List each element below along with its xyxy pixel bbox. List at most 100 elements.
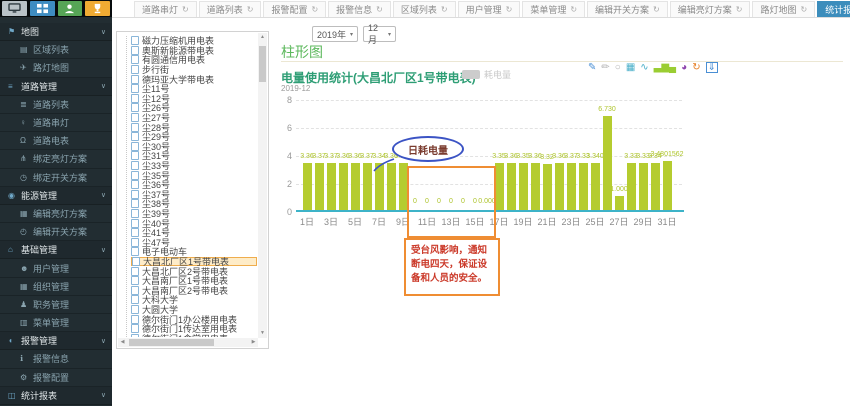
bar-day-1[interactable]	[303, 163, 312, 210]
refresh-icon[interactable]: ↻	[800, 5, 807, 14]
bar-day-27[interactable]	[615, 196, 624, 210]
sidebar-item-编辑开关方案[interactable]: ◴编辑开关方案	[0, 223, 112, 241]
meter-tree-panel: 磁力压缩机用电表奥斯新能源带电表有圆通信用电表步行街德玛亚大学带电表尘11号尘1…	[116, 31, 269, 349]
sidebar-item-编辑亮灯方案[interactable]: ▦编辑亮灯方案	[0, 205, 112, 223]
data-view-icon[interactable]: ▦	[626, 61, 635, 74]
bar-day-18[interactable]	[507, 163, 516, 210]
sidebar-item-路灯地图[interactable]: ✈路灯地图	[0, 59, 112, 77]
bar-day-31[interactable]	[663, 161, 672, 210]
sidebar-item-绑定亮灯方案[interactable]: ⋔绑定亮灯方案	[0, 150, 112, 168]
sidebar-section-统计报表[interactable]: ◫统计报表∨	[0, 387, 112, 405]
mark-pencil-icon[interactable]: ✎	[588, 61, 596, 74]
bar-day-24[interactable]	[579, 163, 588, 210]
file-icon	[131, 103, 139, 112]
sidebar-item-道路串灯[interactable]: ♀道路串灯	[0, 114, 112, 132]
sidebar-item-道路列表[interactable]: ≣道路列表	[0, 96, 112, 114]
scroll-down-icon[interactable]: ▼	[258, 329, 267, 338]
sidebar-item-组织管理[interactable]: ▦组织管理	[0, 278, 112, 296]
sidebar-section-基础管理[interactable]: ⌂基础管理∨	[0, 241, 112, 259]
edit-pencil-icon[interactable]: ✏	[601, 61, 609, 74]
bar-day-3[interactable]	[327, 163, 336, 210]
logo-tile-trophy-icon[interactable]	[85, 1, 110, 16]
refresh-icon[interactable]: ↻	[441, 5, 448, 14]
refresh-icon[interactable]: ↻	[311, 5, 318, 14]
bind-switch-plan-icon: ◷	[20, 173, 33, 182]
refresh-icon[interactable]: ↻	[692, 61, 700, 74]
bar-day-22[interactable]	[555, 163, 564, 210]
tab-区域列表[interactable]: 区域列表 ↻	[393, 1, 456, 17]
tab-编辑开关方案[interactable]: 编辑开关方案 ↻	[587, 1, 668, 17]
sidebar-item-报警信息[interactable]: ℹ报警信息	[0, 350, 112, 368]
road-meter-icon: Ω	[20, 136, 33, 145]
tab-编辑亮灯方案[interactable]: 编辑亮灯方案↻	[670, 1, 751, 17]
y-axis-label: 0	[268, 207, 292, 217]
bar-day-28[interactable]	[627, 163, 636, 210]
bar-day-25[interactable]	[591, 163, 600, 210]
refresh-icon[interactable]: ↻	[506, 5, 513, 14]
tab-统计报表[interactable]: 统计报表×	[817, 1, 850, 17]
refresh-icon[interactable]: ↻	[570, 5, 577, 14]
bar-day-6[interactable]	[363, 163, 372, 210]
sidebar-item-绑定开关方案[interactable]: ◷绑定开关方案	[0, 169, 112, 187]
logo-tile-monitor-icon[interactable]	[2, 1, 27, 16]
tab-路灯地图[interactable]: 路灯地图↻	[752, 1, 815, 17]
sidebar-item-职务管理[interactable]: ♟职务管理	[0, 296, 112, 314]
scroll-left-icon[interactable]: ◀	[118, 338, 127, 347]
sidebar-item-区域列表[interactable]: ▤区域列表	[0, 41, 112, 59]
line-chart-icon[interactable]: ∿	[640, 61, 648, 74]
refresh-icon[interactable]: ↻	[653, 5, 660, 14]
tab-用户管理[interactable]: 用户管理↻	[458, 1, 521, 17]
logo-tile-user-icon[interactable]	[58, 1, 83, 16]
bar-day-29[interactable]	[639, 163, 648, 210]
sidebar-section-地图[interactable]: ⚑地图∨	[0, 23, 112, 41]
scroll-right-icon[interactable]: ▶	[249, 338, 258, 347]
month-select[interactable]: 12月 ▾	[363, 26, 396, 42]
pie-chart-icon[interactable]: ◕	[681, 61, 687, 74]
tab-道路串灯[interactable]: 道路串灯↻	[134, 1, 197, 17]
tree-item[interactable]: 德尔街门1食堂用电表	[131, 333, 257, 337]
tab-label: 编辑开关方案	[595, 3, 649, 16]
y-axis-label: 6	[268, 123, 292, 133]
legend-item-consumption[interactable]: 耗电量	[462, 68, 511, 81]
sidebar-section-能源管理[interactable]: ◉能源管理∨	[0, 187, 112, 205]
tree-vscroll-thumb[interactable]	[259, 46, 266, 82]
sidebar-item-用户管理[interactable]: ☻用户管理	[0, 259, 112, 277]
month-select-value: 12月	[368, 23, 385, 46]
tab-label: 区域列表	[401, 3, 437, 16]
bar-day-26[interactable]	[603, 116, 612, 210]
bar-day-20[interactable]	[531, 163, 540, 210]
map-flag-icon: ⚑	[8, 27, 21, 36]
main-content: 2019年 ▾ 12月 ▾ 磁力压缩机用电表奥斯新能源带电表有圆通信用电表步行街…	[0, 0, 850, 406]
tree-horizontal-scrollbar[interactable]: ◀ ▶	[118, 338, 258, 347]
tab-报警配置[interactable]: 报警配置↻	[263, 1, 326, 17]
refresh-icon[interactable]: ↻	[736, 5, 743, 14]
scroll-up-icon[interactable]: ▲	[258, 33, 267, 42]
sidebar-item-菜单管理[interactable]: ▥菜单管理	[0, 314, 112, 332]
sidebar-section-道路管理[interactable]: ≡道路管理∨	[0, 78, 112, 96]
refresh-icon[interactable]: ↻	[247, 5, 254, 14]
bar-day-19[interactable]	[519, 163, 528, 210]
sidebar-item-报警配置[interactable]: ⚙报警配置	[0, 369, 112, 387]
bar-day-5[interactable]	[351, 163, 360, 210]
refresh-icon[interactable]: ↻	[182, 5, 189, 14]
sidebar-section-报警管理[interactable]: ◖报警管理∨	[0, 332, 112, 350]
year-select[interactable]: 2019年 ▾	[312, 26, 358, 42]
tab-报警信息[interactable]: 报警信息↻	[328, 1, 391, 17]
tab-菜单管理[interactable]: 菜单管理↻	[522, 1, 585, 17]
logo-tile-grid-icon[interactable]	[30, 1, 55, 16]
refresh-icon[interactable]: ↻	[376, 5, 383, 14]
bar-day-23[interactable]	[567, 163, 576, 210]
restore-circle-icon[interactable]: ○	[615, 61, 621, 74]
tree-hscroll-thumb[interactable]	[129, 339, 214, 346]
bar-day-21[interactable]	[543, 164, 552, 210]
sidebar-item-道路电表[interactable]: Ω道路电表	[0, 132, 112, 150]
legend-label: 耗电量	[484, 68, 511, 81]
tree-vertical-scrollbar[interactable]: ▲ ▼	[258, 33, 267, 338]
save-image-icon[interactable]: ⇓	[706, 62, 718, 73]
tab-道路列表[interactable]: 道路列表↻	[199, 1, 262, 17]
bar-day-4[interactable]	[339, 163, 348, 210]
bar-day-2[interactable]	[315, 163, 324, 210]
bar-day-30[interactable]	[651, 163, 660, 210]
bar-chart-icon[interactable]: ▃▆▄	[654, 61, 676, 74]
heading-divider	[281, 61, 843, 62]
